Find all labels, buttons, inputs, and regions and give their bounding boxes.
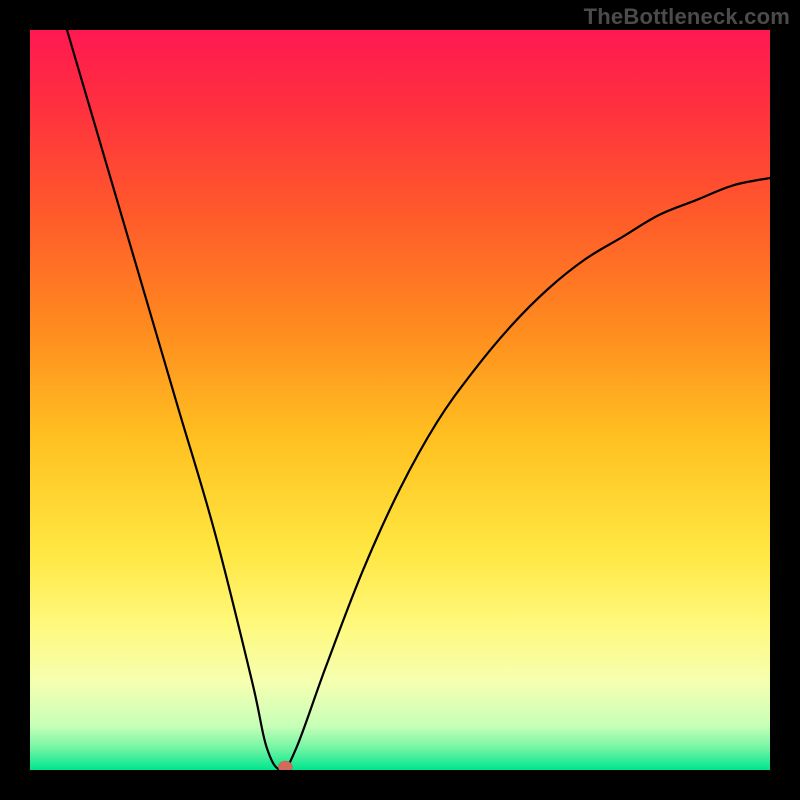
watermark-text: TheBottleneck.com <box>584 4 790 30</box>
chart-frame: TheBottleneck.com <box>0 0 800 800</box>
chart-svg <box>30 30 770 770</box>
gradient-background <box>30 30 770 770</box>
plot-area <box>30 30 770 770</box>
